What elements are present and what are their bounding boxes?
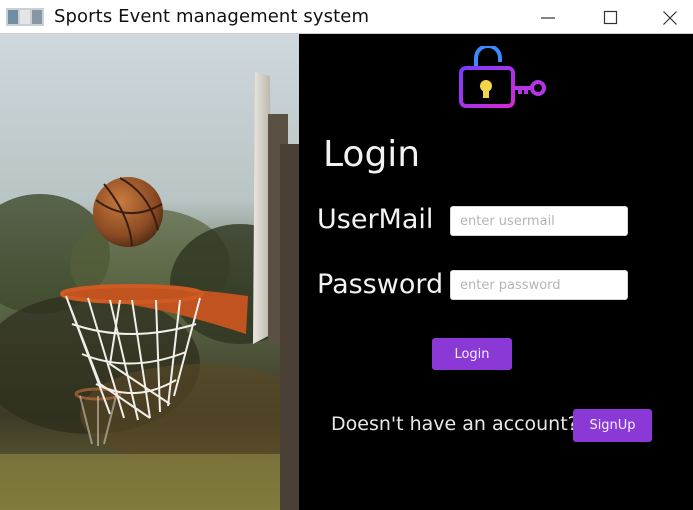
signup-prompt: Doesn't have an account? [331, 413, 578, 435]
password-label: Password [317, 269, 444, 300]
login-button[interactable]: Login [432, 338, 512, 370]
basketball-hoop-photo [0, 34, 299, 510]
maximize-icon [603, 10, 618, 25]
close-icon [663, 11, 677, 25]
minimize-icon [541, 17, 555, 19]
usermail-label: UserMail [317, 204, 434, 235]
signup-button[interactable]: SignUp [573, 409, 652, 442]
close-button[interactable] [647, 0, 693, 33]
title-bar: Sports Event management system [0, 0, 693, 34]
maximize-button[interactable] [588, 0, 634, 33]
login-panel: Login UserMail Password Login Doesn't ha… [299, 34, 693, 510]
login-heading: Login [323, 134, 421, 175]
minimize-button[interactable] [525, 0, 571, 33]
usermail-input[interactable] [450, 206, 628, 236]
app-icon [6, 8, 44, 26]
lock-key-icon [459, 46, 546, 108]
window-title: Sports Event management system [54, 6, 370, 27]
password-input[interactable] [450, 270, 628, 300]
